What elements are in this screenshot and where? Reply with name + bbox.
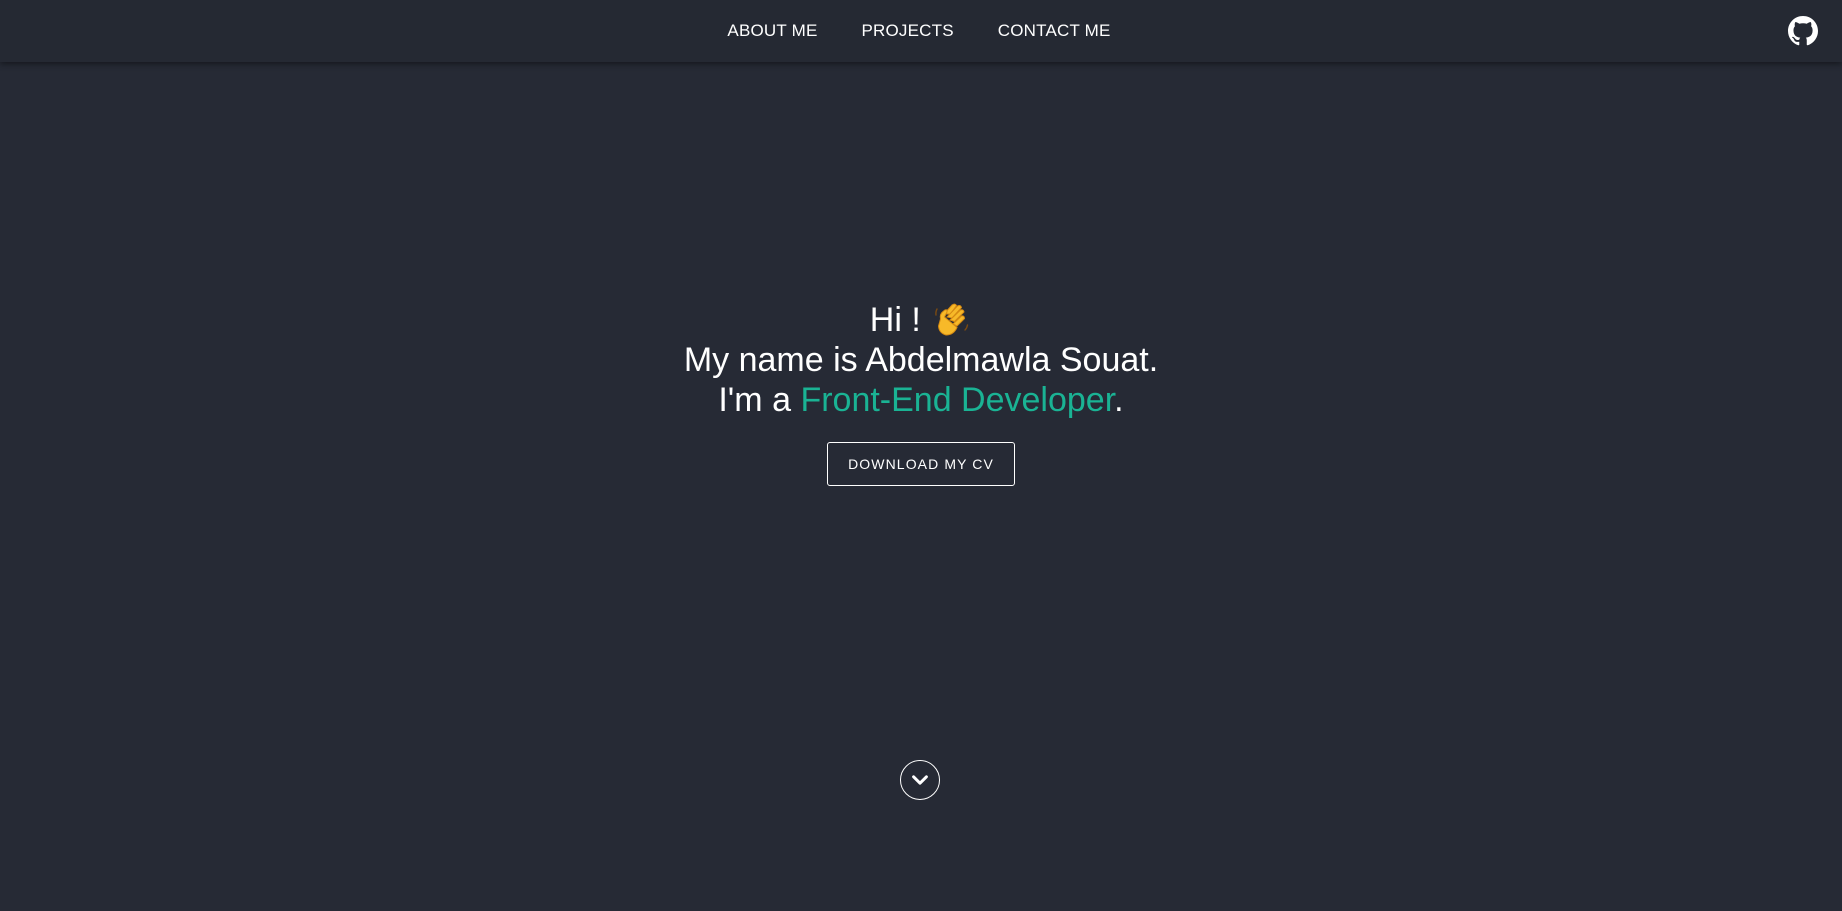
nav-contact-me-link[interactable]: CONTACT ME <box>976 0 1133 62</box>
nav-projects-link[interactable]: PROJECTS <box>839 0 975 62</box>
name-line: My name is Abdelmawla Souat. <box>683 341 1159 379</box>
role-line: I'm a Front-End Developer. <box>0 380 1842 420</box>
hero-section: Hi ! My name is Abdelmawla Souat. I'm a … <box>0 300 1842 486</box>
github-icon[interactable] <box>1788 16 1818 46</box>
scroll-down-button[interactable] <box>900 760 940 800</box>
role-text: Front-End Developer <box>800 381 1115 419</box>
navbar: ABOUT ME PROJECTS CONTACT ME <box>0 0 1842 62</box>
waving-hand-icon-graphic <box>935 303 969 336</box>
chevron-down-icon <box>912 775 928 785</box>
waving-hand-icon <box>932 300 972 340</box>
github-icon-graphic <box>1788 16 1818 46</box>
nav-about-me-link[interactable]: ABOUT ME <box>705 0 839 62</box>
download-cv-button[interactable]: DOWNLOAD MY CV <box>827 442 1015 486</box>
nav-links: ABOUT ME PROJECTS CONTACT ME <box>0 0 1842 62</box>
greeting-text: Hi ! <box>869 301 921 339</box>
role-suffix: . <box>1114 381 1124 419</box>
greeting-line: Hi ! <box>0 300 1842 340</box>
role-prefix: I'm a <box>718 381 791 419</box>
